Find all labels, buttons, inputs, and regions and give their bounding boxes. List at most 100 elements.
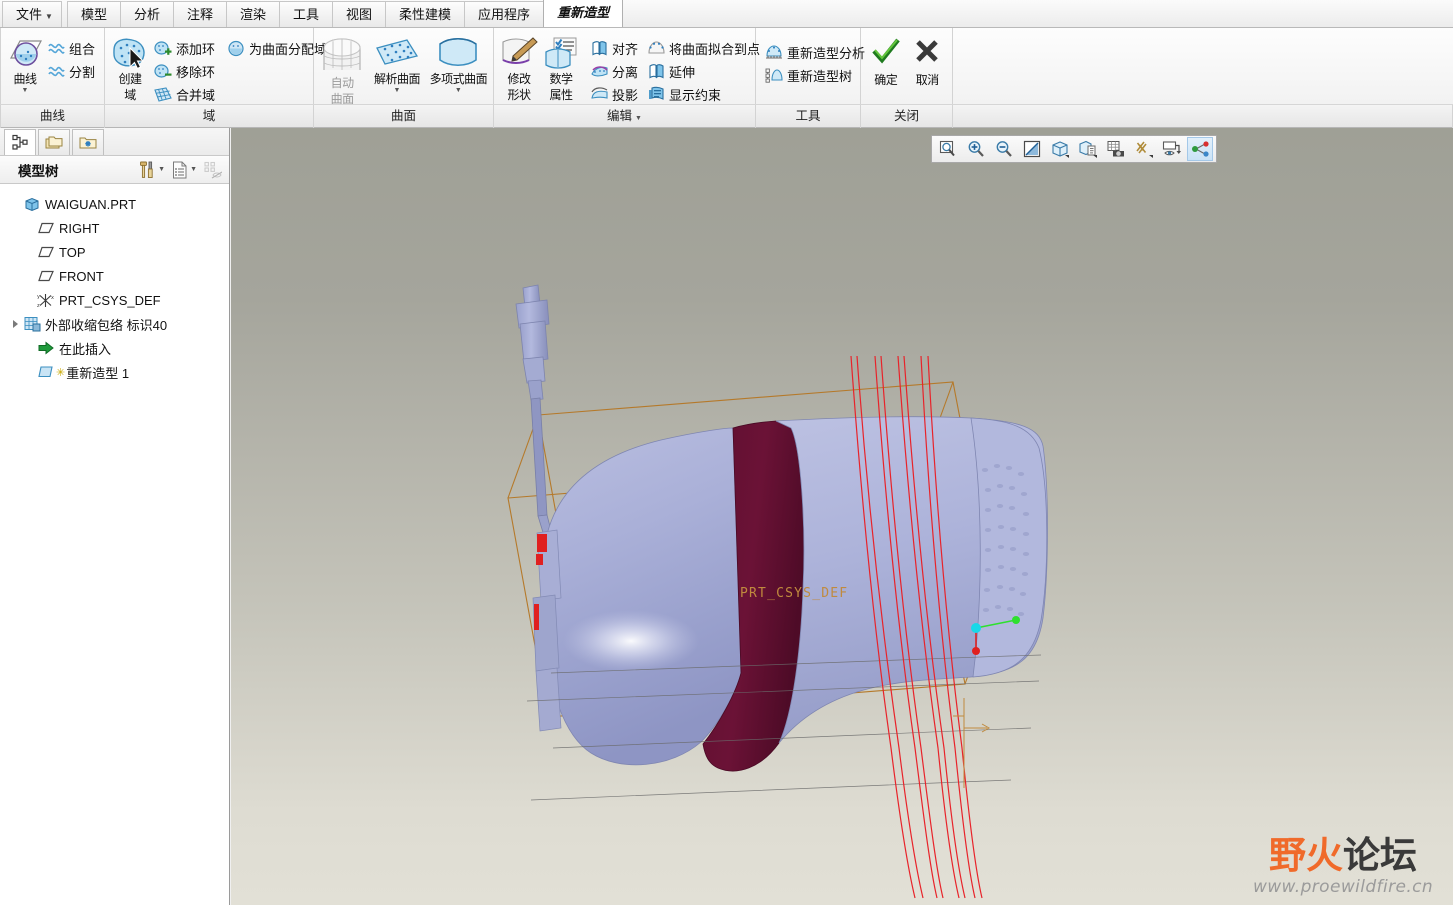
add-loop-button[interactable]: 添加环 [151,37,220,59]
separate-button[interactable]: 分离 [588,60,643,82]
combine-icon [48,40,65,57]
analytic-surface-button[interactable]: 解析曲面 ▼ [366,31,427,99]
tree-node-top-plane[interactable]: TOP [0,240,229,264]
create-domain-button[interactable]: 创建 域 [109,31,151,103]
ribbon: 曲线 ▼ 组合 分割 创建 域 添加环 移除环 合并域 为曲面分配域 自动 曲面… [0,28,1453,107]
tree-node-right-plane[interactable]: RIGHT [0,216,229,240]
ribbon-group-edit: 修改 形状 数学 属性 对齐 分离 投影 将曲面拟合到点 延伸 显示约束 [494,28,760,105]
tab-model[interactable]: 模型 [66,1,121,27]
fit-surface-to-points-button[interactable]: 将曲面拟合到点 [645,37,765,59]
modify-shape-button-label-2: 形状 [507,88,531,102]
annotation-display-icon [1162,140,1182,158]
model-scene [507,284,1048,899]
chevron-down-icon: ▼ [454,87,462,94]
tree-node-part[interactable]: WAIGUAN.PRT [0,192,229,216]
forum-watermark: 野 火 论 坛 www.proewildfire.cn [1243,834,1443,898]
zoom-out-button[interactable] [991,137,1017,161]
math-properties-button[interactable]: 数学 属性 [540,31,582,103]
tab-analysis[interactable]: 分析 [119,1,174,27]
model-tree-toolbar: ▼ ▼ [136,158,225,182]
tab-flexible-modeling[interactable]: 柔性建模 [385,1,466,27]
refit-icon [939,140,957,158]
shaded-cube-icon [1050,140,1070,158]
create-domain-button-label-1: 创建 [118,72,142,86]
tab-view[interactable]: 视图 [332,1,387,27]
panel-tab-favorites[interactable] [72,129,104,155]
graphics-viewport[interactable]: PRT_CSYS_DEF 野 火 论 坛 www.proewildfire.cn [231,128,1453,905]
group-caption-edit[interactable]: 编辑 ▼ [494,105,756,128]
tab-annotate[interactable]: 注释 [172,1,227,27]
group-caption-curve-label: 曲线 [39,109,65,123]
polynomial-surface-button-label: 多项式曲面 [429,72,488,86]
split-button[interactable]: 分割 [45,60,100,82]
tree-node-front-plane[interactable]: FRONT [0,264,229,288]
polynomial-surface-button[interactable]: 多项式曲面 ▼ [428,31,489,99]
zoom-in-button[interactable] [963,137,989,161]
align-button-label: 对齐 [612,41,639,57]
restyle-tree-button[interactable]: 重新造型树 [762,64,870,86]
project-button[interactable]: 投影 [588,83,643,105]
hammer-screwdriver-icon [139,161,156,179]
refit-zoom-button[interactable] [935,137,961,161]
tab-render[interactable]: 渲染 [225,1,280,27]
spin-center-button[interactable] [1187,137,1213,161]
restyle-analysis-icon [765,44,783,60]
repaint-button[interactable] [1019,137,1045,161]
tree-node-part-label: WAIGUAN.PRT [45,196,137,212]
create-domain-button-label-2: 域 [124,88,136,102]
hide-tree-button[interactable] [201,158,225,182]
model-tree-panel: 模型树 ▼ ▼ WAIGUAN.PRT RIGHT TOP FRONT y z … [0,128,230,905]
ok-button[interactable]: 确定 [865,31,907,99]
tree-node-restyle-1[interactable]: ✳ 重新造型 1 [0,360,229,384]
align-button[interactable]: 对齐 [588,37,643,59]
annotation-display-button[interactable] [1159,137,1185,161]
tree-node-shrinkwrap[interactable]: 外部收缩包络 标识40 [0,312,229,336]
remove-loop-button[interactable]: 移除环 [151,60,220,82]
tab-model-label: 模型 [80,7,107,22]
modify-shape-button[interactable]: 修改 形状 [498,31,540,103]
settings-tools-button[interactable]: ▼ [136,158,168,182]
cancel-button-label: 取消 [915,73,940,87]
tab-restyle[interactable]: 重新造型 [543,0,624,27]
curve-button[interactable]: 曲线 ▼ [5,31,45,99]
datum-display-filters-button[interactable] [1131,137,1157,161]
extend-button[interactable]: 延伸 [645,60,765,82]
tree-expander[interactable] [8,320,22,328]
display-style-button[interactable] [1047,137,1073,161]
watermark-char-4: 坛 [1380,834,1417,877]
tree-node-csys[interactable]: y z x PRT_CSYS_DEF [0,288,229,312]
restyle-analysis-button[interactable]: 重新造型分析 [762,41,870,63]
merge-domain-button[interactable]: 合并域 [151,83,220,105]
ok-button-label: 确定 [874,73,898,87]
saved-orientations-button[interactable] [1075,137,1101,161]
assign-domain-icon [227,40,245,57]
tree-node-shrinkwrap-label: 外部收缩包络 标识40 [45,317,168,333]
tree-structure-icon [11,134,29,151]
ribbon-group-empty [953,28,1453,104]
watermark-char-2: 火 [1306,834,1343,877]
show-constraints-button[interactable]: 显示约束 [645,83,765,105]
group-caption-domain: 域 [105,105,314,128]
svg-text:y: y [37,294,40,300]
project-icon [591,86,608,102]
tree-node-insert-here[interactable]: 在此插入 [0,336,229,360]
view-manager-button[interactable] [1103,137,1129,161]
part-icon [22,197,42,212]
auto-surface-button[interactable]: 自动 曲面 [318,31,366,107]
display-settings-button[interactable]: ▼ [169,158,200,182]
separate-button-label: 分离 [612,64,639,80]
merge-domain-icon [154,86,172,103]
panel-tab-model-tree[interactable] [4,129,36,155]
panel-tab-folder-browser[interactable] [38,129,70,155]
checkmark-icon [871,36,901,66]
datum-plane-icon [36,222,56,234]
view-manager-camera-icon [1106,140,1126,158]
cancel-button[interactable]: 取消 [907,31,949,99]
ribbon-group-domain: 创建 域 添加环 移除环 合并域 为曲面分配域 [105,28,327,105]
tab-tools[interactable]: 工具 [279,1,334,27]
tab-applications[interactable]: 应用程序 [464,1,545,27]
tab-file[interactable]: 文件 ▼ [2,1,62,27]
tree-node-top-plane-label: TOP [59,244,86,260]
combine-button[interactable]: 组合 [45,37,100,59]
modify-shape-button-label-1: 修改 [507,72,531,86]
